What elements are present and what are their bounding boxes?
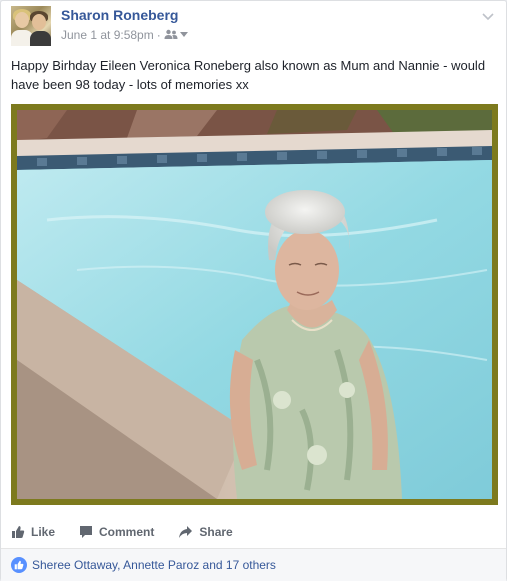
reactions-summary-link[interactable]: Sheree Ottaway, Annette Paroz and 17 oth… <box>32 558 276 572</box>
post-actions: Like Comment Share <box>11 518 498 546</box>
post-photo[interactable] <box>11 104 498 505</box>
share-arrow-icon <box>179 526 193 538</box>
post-timestamp-link[interactable]: June 1 at 9:58pm <box>61 28 154 42</box>
like-button-label: Like <box>31 525 56 539</box>
audience-dropdown-icon <box>179 32 188 37</box>
thumbs-up-icon <box>12 526 25 538</box>
like-button[interactable]: Like <box>11 523 55 541</box>
photo-image <box>17 110 492 499</box>
share-button[interactable]: Share <box>178 523 233 541</box>
post-meta: June 1 at 9:58pm · <box>61 28 188 42</box>
avatar[interactable] <box>11 6 51 46</box>
post-header: Sharon Roneberg June 1 at 9:58pm · <box>11 6 498 46</box>
meta-separator: · <box>156 28 161 42</box>
author-name-link[interactable]: Sharon Roneberg <box>61 7 178 23</box>
audience-selector[interactable] <box>164 29 188 41</box>
comment-bubble-icon <box>80 526 93 538</box>
reactions-bar: Sheree Ottaway, Annette Paroz and 17 oth… <box>1 549 506 581</box>
post-text: Happy Birhday Eileen Veronica Roneberg a… <box>11 58 486 92</box>
chevron-down-icon[interactable] <box>480 8 496 24</box>
comment-button[interactable]: Comment <box>79 523 154 541</box>
post-card: Sharon Roneberg June 1 at 9:58pm · Happy… <box>0 0 507 581</box>
comment-button-label: Comment <box>99 525 155 539</box>
friends-audience-icon <box>164 29 178 39</box>
share-button-label: Share <box>199 525 233 539</box>
photo-illustration <box>17 110 492 499</box>
like-reaction-icon <box>11 557 27 573</box>
